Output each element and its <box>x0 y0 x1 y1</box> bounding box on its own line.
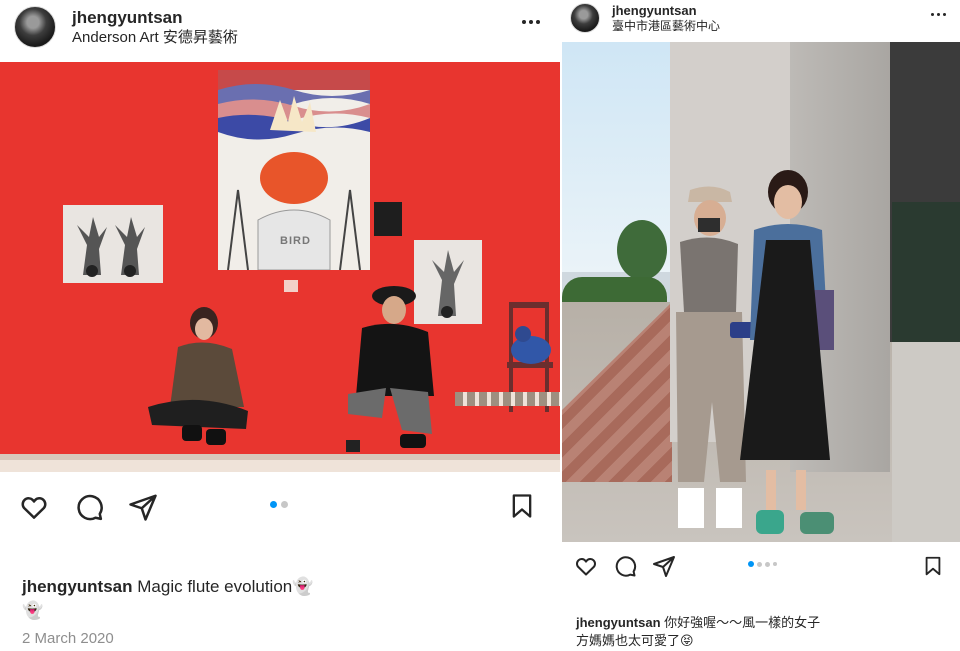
carousel-dot <box>765 561 770 567</box>
carousel-dot <box>773 562 777 566</box>
action-bar <box>562 542 960 592</box>
driveway <box>892 342 960 542</box>
caption: jhengyuntsan 你好強喔～～風一樣的女子 方媽媽也太可愛了😝 <box>576 614 946 650</box>
carousel-dot <box>757 561 762 567</box>
person-right <box>730 170 850 540</box>
send-icon[interactable] <box>128 492 158 522</box>
header-text: jhengyuntsan Anderson Art 安德昇藝術 <box>72 7 238 48</box>
post-header: jhengyuntsan 臺中市港區藝術中心 <box>562 0 960 36</box>
post-photo[interactable]: BIRD <box>0 62 560 472</box>
caption-username[interactable]: jhengyuntsan <box>576 615 661 630</box>
carousel-dot-active <box>270 501 277 508</box>
person-left-figure <box>148 307 248 445</box>
heart-icon[interactable] <box>574 554 598 578</box>
avatar[interactable] <box>14 6 56 48</box>
location[interactable]: 臺中市港區藝術中心 <box>612 19 720 34</box>
post-date: 2 March 2020 <box>22 630 114 647</box>
post-photo[interactable] <box>562 42 960 542</box>
username[interactable]: jhengyuntsan <box>72 7 238 28</box>
caption-text-line-2: 方媽媽也太可愛了😝 <box>576 633 694 648</box>
person-right-figure <box>740 170 834 534</box>
comment-icon[interactable] <box>74 492 104 522</box>
caption-line-1: jhengyuntsan 你好強喔～～風一樣的女子 <box>576 614 946 632</box>
artwork-center: BIRD <box>218 70 370 271</box>
caption-text-line-1: 你好強喔～～風一樣的女子 <box>664 615 821 630</box>
more-options-icon[interactable] <box>522 20 540 24</box>
bookmark-icon[interactable] <box>508 491 536 521</box>
more-options-icon[interactable] <box>931 13 946 16</box>
floor-stones-right <box>455 392 560 406</box>
bookmark-icon[interactable] <box>922 554 944 578</box>
carousel-dot-active <box>748 561 754 567</box>
post-header: jhengyuntsan Anderson Art 安德昇藝術 <box>0 0 560 54</box>
send-icon[interactable] <box>652 554 676 578</box>
carousel-indicator <box>748 561 777 567</box>
person-left <box>148 307 248 452</box>
caption: jhengyuntsan Magic flute evolution👻👻 <box>22 575 322 623</box>
wall-plaque <box>374 202 402 236</box>
truck <box>892 202 960 362</box>
artwork-label: BIRD <box>280 235 311 247</box>
artwork-left <box>63 205 163 283</box>
instagram-post-2: jhengyuntsan 臺中市港區藝術中心 jhengyuntsan 你好強喔… <box>562 0 960 651</box>
heart-icon[interactable] <box>18 492 50 522</box>
floor-edge <box>0 454 560 460</box>
carousel-dot <box>281 501 288 508</box>
carousel-indicator <box>270 501 288 508</box>
header-text: jhengyuntsan 臺中市港區藝術中心 <box>612 3 720 34</box>
location[interactable]: Anderson Art 安德昇藝術 <box>72 28 238 48</box>
wall-switch <box>284 280 298 292</box>
caption-username[interactable]: jhengyuntsan <box>22 577 133 596</box>
person-right <box>342 284 437 454</box>
username[interactable]: jhengyuntsan <box>612 3 720 19</box>
person-right-figure <box>346 286 434 452</box>
action-bar <box>0 472 560 542</box>
artwork-left-figures <box>77 217 145 277</box>
instagram-post-1: jhengyuntsan Anderson Art 安德昇藝術 BIRD jhe… <box>0 0 560 651</box>
comment-icon[interactable] <box>613 554 637 578</box>
avatar[interactable] <box>570 3 600 33</box>
